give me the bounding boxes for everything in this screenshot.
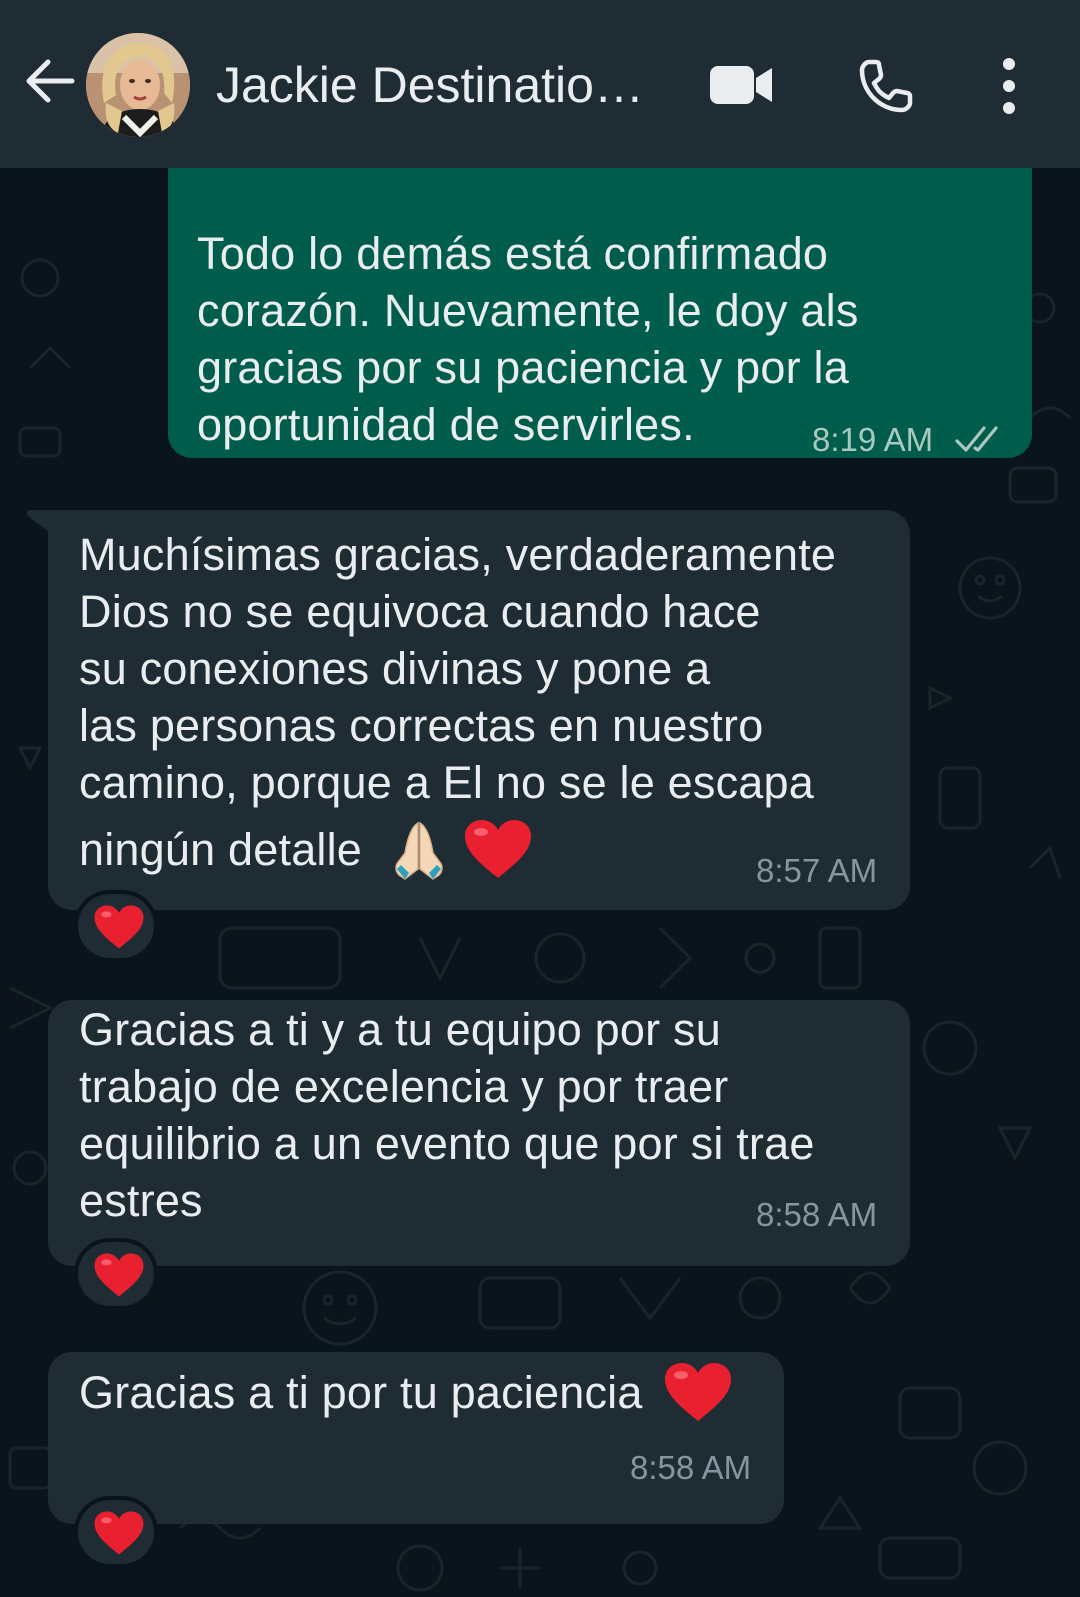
phone-icon[interactable] xyxy=(858,58,914,114)
folded-hands-emoji-icon xyxy=(395,821,443,881)
video-camera-icon[interactable] xyxy=(710,62,774,108)
more-vertical-icon[interactable] xyxy=(995,56,1023,116)
contact-avatar[interactable] xyxy=(86,33,190,137)
red-heart-reaction-icon xyxy=(94,1511,144,1555)
red-heart-emoji-icon xyxy=(665,1363,732,1422)
incoming-message-text: Muchísimas gracias, verdaderamente Dios … xyxy=(79,526,836,881)
message-timestamp: 8:58 AM xyxy=(756,1196,878,1233)
red-heart-emoji-icon xyxy=(465,820,532,879)
message-timestamp: 8:19 AM xyxy=(812,421,934,458)
reaction-badge[interactable] xyxy=(74,1238,158,1310)
outgoing-message-text: Todo lo demás está confirmado corazón. N… xyxy=(197,228,859,450)
red-heart-reaction-icon xyxy=(94,1253,144,1297)
arrow-left-icon[interactable] xyxy=(22,54,76,108)
incoming-message-text: Gracias a ti y a tu equipo por su trabaj… xyxy=(79,1004,815,1226)
incoming-message-text: Gracias a ti por tu paciencia xyxy=(79,1363,733,1423)
chat-header: Jackie Destinatio… xyxy=(0,0,1080,168)
avatar-photo xyxy=(86,33,190,137)
double-check-read-icon xyxy=(955,426,998,452)
contact-name[interactable]: Jackie Destinatio… xyxy=(216,54,666,116)
chat-area[interactable]: Todo lo demás está confirmado corazón. N… xyxy=(0,168,1080,1597)
message-timestamp: 8:57 AM xyxy=(756,852,878,889)
message-timestamp: 8:58 AM xyxy=(630,1449,752,1486)
reaction-badge[interactable] xyxy=(74,890,158,962)
red-heart-reaction-icon xyxy=(94,905,144,949)
reaction-badge[interactable] xyxy=(74,1496,158,1568)
